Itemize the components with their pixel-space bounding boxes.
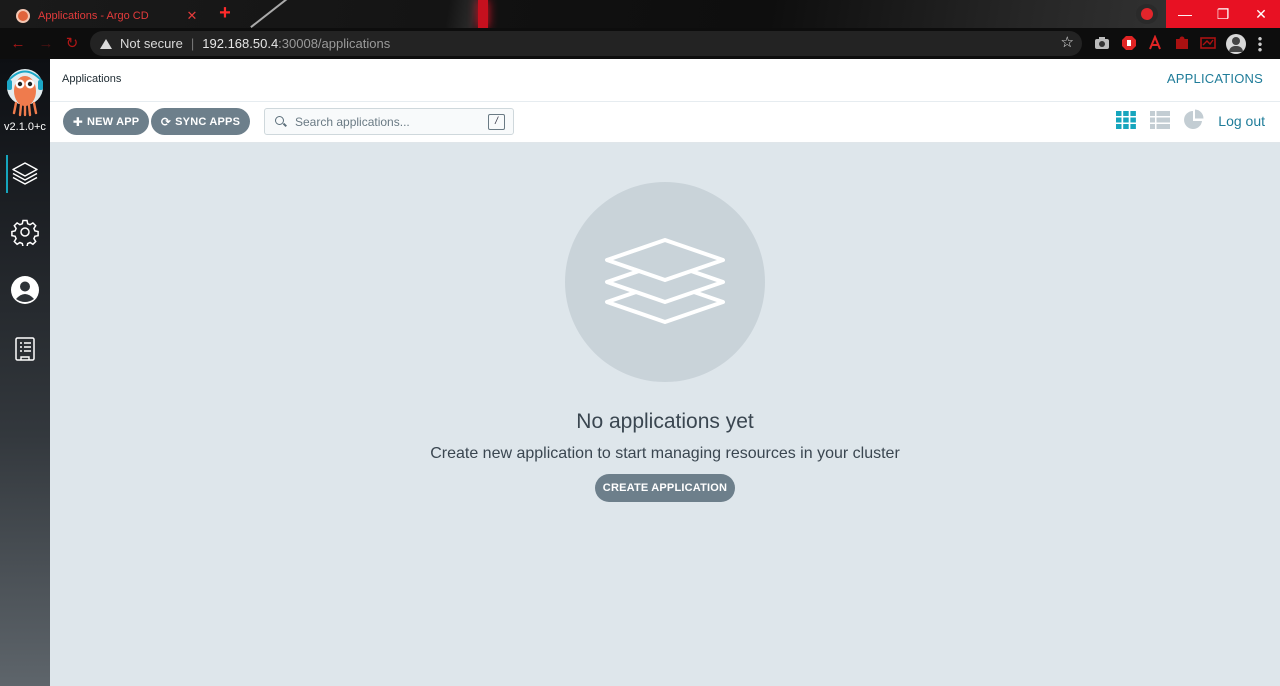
page-title: APPLICATIONS	[1166, 71, 1263, 86]
actions-bar: ✚ NEW APP ⟳ SYNC APPS / Log out	[50, 102, 1280, 143]
url-host: 192.168.50.4	[202, 36, 279, 51]
security-label: Not secure	[120, 36, 183, 51]
argo-favicon-icon	[16, 8, 30, 23]
search-icon	[275, 115, 287, 128]
layers-icon	[12, 162, 38, 185]
search-shortcut-hint: /	[488, 113, 505, 130]
sidebar-item-documentation[interactable]	[0, 327, 50, 371]
empty-state-title: No applications yet	[576, 410, 754, 433]
summary-view-icon[interactable]	[1183, 109, 1205, 131]
bookmark-star-icon[interactable]: ☆	[1061, 33, 1074, 51]
search-input[interactable]	[295, 114, 488, 129]
url-path: :30008/applications	[278, 36, 391, 51]
profile-icon[interactable]	[1226, 34, 1246, 54]
gear-icon	[11, 219, 39, 246]
tab-title: Applications - Argo CD	[38, 9, 149, 22]
restore-icon[interactable]: ❐	[1204, 0, 1242, 28]
list-view-icon[interactable]	[1149, 109, 1171, 131]
minimize-icon[interactable]: —	[1166, 0, 1204, 28]
sync-apps-button[interactable]: ⟳ SYNC APPS	[151, 108, 250, 135]
version-label: v2.1.0+c	[4, 121, 46, 133]
new-tab-icon[interactable]: +	[214, 3, 236, 24]
browser-tab[interactable]: Applications - Argo CD ✕	[8, 3, 208, 28]
pdf-icon[interactable]	[1147, 35, 1163, 51]
browser-menu-icon[interactable]	[1258, 36, 1262, 52]
plus-icon: ✚	[72, 114, 83, 129]
address-bar[interactable]: Not secure | 192.168.50.4:30008/applicat…	[90, 31, 1082, 56]
sync-apps-label: SYNC APPS	[175, 115, 241, 128]
sidebar-item-settings[interactable]	[0, 210, 50, 254]
window-close-icon[interactable]: ✕	[1242, 0, 1280, 28]
empty-state-illustration	[565, 182, 765, 382]
create-application-button[interactable]: CREATE APPLICATION	[595, 474, 735, 502]
extension-icon[interactable]	[1136, 4, 1158, 24]
camera-icon[interactable]	[1094, 35, 1110, 51]
browser-titlebar: Applications - Argo CD ✕ + — ❐ ✕	[0, 0, 1280, 28]
cast-icon[interactable]	[1200, 35, 1216, 51]
extension-puzzle-icon[interactable]	[1174, 35, 1190, 51]
user-icon	[11, 276, 39, 304]
breadcrumb[interactable]: Applications	[62, 73, 121, 85]
sidebar: v2.1.0+c	[0, 59, 50, 686]
forward-icon[interactable]: →	[36, 34, 56, 54]
browser-toolbar: ← → ↻ Not secure | 192.168.50.4:30008/ap…	[0, 28, 1280, 59]
new-app-label: NEW APP	[86, 115, 140, 128]
layers-icon	[605, 238, 725, 324]
logout-link[interactable]: Log out	[1218, 113, 1265, 129]
tab-close-icon[interactable]: ✕	[184, 8, 200, 24]
search-box: /	[264, 108, 514, 135]
tiles-view-icon[interactable]	[1115, 109, 1137, 131]
adblock-icon[interactable]	[1121, 35, 1137, 51]
sidebar-item-applications[interactable]	[0, 152, 50, 196]
reload-icon[interactable]: ↻	[62, 34, 82, 54]
back-icon[interactable]: ←	[8, 34, 28, 54]
top-bar: Applications APPLICATIONS	[50, 59, 1280, 102]
sync-icon: ⟳	[160, 114, 172, 129]
warning-icon	[100, 38, 112, 49]
docs-icon	[15, 337, 35, 361]
new-app-button[interactable]: ✚ NEW APP	[63, 108, 149, 135]
sidebar-item-user-info[interactable]	[0, 268, 50, 312]
argo-logo-icon[interactable]	[6, 67, 44, 119]
empty-state-description: Create new application to start managing…	[430, 445, 900, 462]
